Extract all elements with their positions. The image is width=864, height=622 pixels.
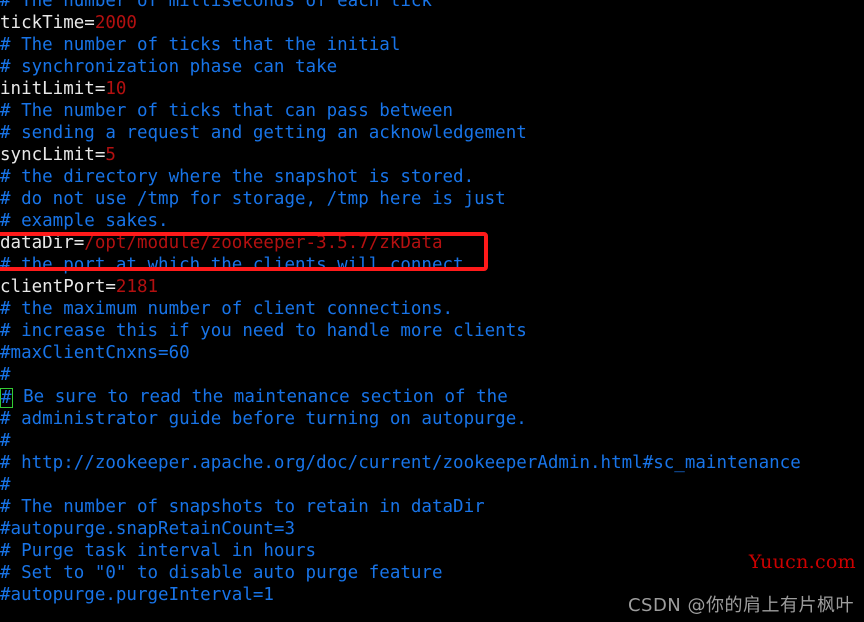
config-line: # — [0, 364, 864, 386]
comment-text: # sending a request and getting an ackno… — [0, 123, 527, 143]
comment-text: # Purge task interval in hours — [0, 541, 317, 561]
config-line: # the directory where the snapshot is st… — [0, 166, 864, 188]
comment-text: # The number of milliseconds of each tic… — [0, 0, 432, 11]
watermark-csdn: CSDN @你的肩上有片枫叶 — [627, 595, 854, 616]
config-line: # The number of snapshots to retain in d… — [0, 496, 864, 518]
config-key: clientPort= — [0, 277, 116, 297]
config-line: # Be sure to read the maintenance sectio… — [0, 386, 864, 408]
config-line: # — [0, 430, 864, 452]
config-line: # synchronization phase can take — [0, 56, 864, 78]
config-line: # Set to "0" to disable auto purge featu… — [0, 562, 864, 584]
config-line: # the port at which the clients will con… — [0, 254, 864, 276]
comment-text: # synchronization phase can take — [0, 57, 338, 77]
comment-text: # do not use /tmp for storage, /tmp here… — [0, 189, 506, 209]
comment-text: # — [0, 431, 11, 451]
config-value: 2000 — [94, 13, 137, 33]
config-file-text: # The number of milliseconds of each tic… — [0, 0, 864, 606]
config-key: dataDir= — [0, 233, 85, 253]
config-line: initLimit=10 — [0, 78, 864, 100]
config-value: 5 — [105, 145, 116, 165]
config-line: tickTime=2000 — [0, 12, 864, 34]
config-line: # sending a request and getting an ackno… — [0, 122, 864, 144]
config-line: # increase this if you need to handle mo… — [0, 320, 864, 342]
config-line: #autopurge.snapRetainCount=3 — [0, 518, 864, 540]
comment-text: # Set to "0" to disable auto purge featu… — [0, 563, 443, 583]
config-value: 10 — [105, 79, 127, 99]
config-key: initLimit= — [0, 79, 106, 99]
comment-text: # the directory where the snapshot is st… — [0, 167, 475, 187]
config-key: syncLimit= — [0, 145, 106, 165]
comment-text: # http://zookeeper.apache.org/doc/curren… — [0, 453, 801, 473]
config-line: dataDir=/opt/module/zookeeper-3.5.7/zkDa… — [0, 232, 864, 254]
comment-text: # administrator guide before turning on … — [0, 409, 527, 429]
comment-text: # The number of ticks that can pass betw… — [0, 101, 454, 121]
config-line: clientPort=2181 — [0, 276, 864, 298]
text-cursor: # — [0, 388, 13, 408]
config-line: # do not use /tmp for storage, /tmp here… — [0, 188, 864, 210]
comment-text: #maxClientCnxns=60 — [0, 343, 190, 363]
config-line: #maxClientCnxns=60 — [0, 342, 864, 364]
comment-text: #autopurge.snapRetainCount=3 — [0, 519, 296, 539]
config-line: # The number of ticks that the initial — [0, 34, 864, 56]
config-line: syncLimit=5 — [0, 144, 864, 166]
comment-text: # — [0, 475, 11, 495]
comment-text: # increase this if you need to handle mo… — [0, 321, 527, 341]
comment-text: # The number of snapshots to retain in d… — [0, 497, 485, 517]
config-line: # administrator guide before turning on … — [0, 408, 864, 430]
config-key: tickTime= — [0, 13, 95, 33]
config-line: # the maximum number of client connectio… — [0, 298, 864, 320]
watermark-site: Yuucn.com — [748, 551, 856, 573]
config-value: /opt/module/zookeeper-3.5.7/zkData — [84, 233, 443, 253]
config-line: # The number of milliseconds of each tic… — [0, 0, 864, 12]
config-line: # example sakes. — [0, 210, 864, 232]
config-line: # Purge task interval in hours — [0, 540, 864, 562]
config-line: # http://zookeeper.apache.org/doc/curren… — [0, 452, 864, 474]
comment-text: # — [0, 365, 11, 385]
comment-text: # example sakes. — [0, 211, 169, 231]
comment-text: # the port at which the clients will con… — [0, 255, 464, 275]
terminal-window[interactable]: # The number of milliseconds of each tic… — [0, 0, 864, 622]
config-line: # The number of ticks that can pass betw… — [0, 100, 864, 122]
comment-text: Be sure to read the maintenance section … — [12, 387, 508, 407]
comment-text: # The number of ticks that the initial — [0, 35, 401, 55]
comment-text: # the maximum number of client connectio… — [0, 299, 454, 319]
config-value: 2181 — [115, 277, 159, 297]
comment-text: #autopurge.purgeInterval=1 — [0, 585, 274, 605]
config-line: # — [0, 474, 864, 496]
